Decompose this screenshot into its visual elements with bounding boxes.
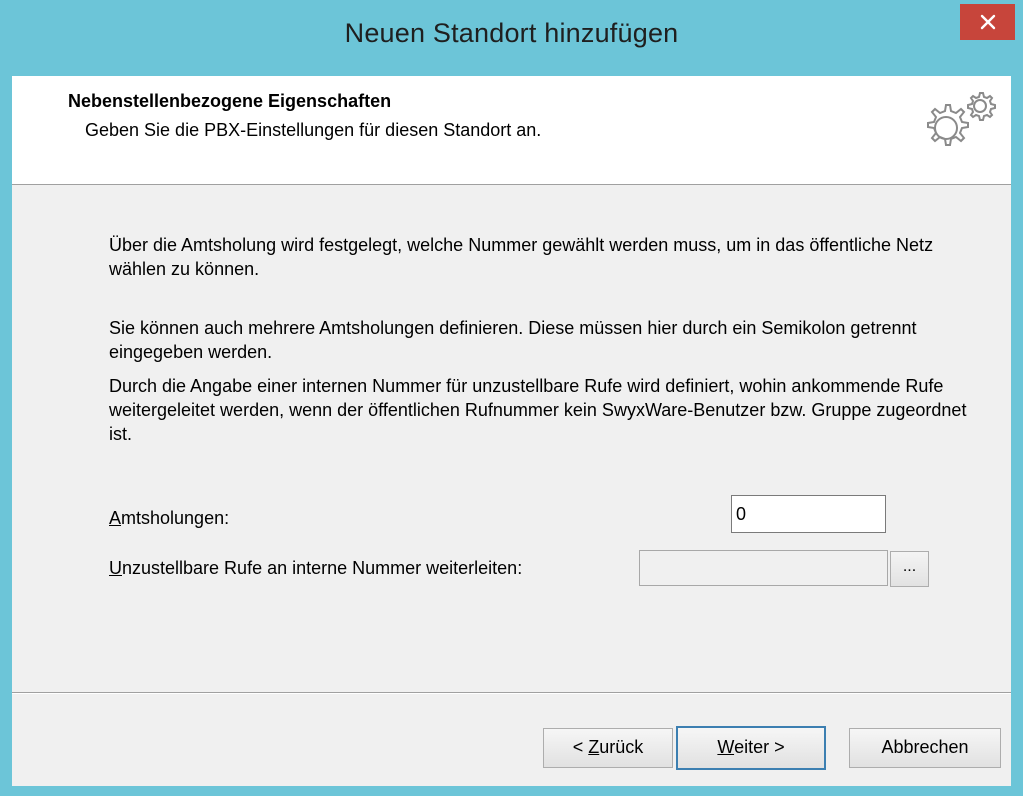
unzustellbar-label: Unzustellbare Rufe an interne Nummer wei… (109, 558, 522, 579)
unzustellbar-hotkey: U (109, 558, 122, 578)
wizard-header: Nebenstellenbezogene Eigenschaften Geben… (12, 76, 1011, 185)
header-subtitle: Geben Sie die PBX-Einstellungen für dies… (85, 120, 542, 140)
amtsholungen-label: Amtsholungen: (109, 508, 229, 529)
back-button-hotkey: Z (588, 737, 600, 757)
amtsholungen-label-text: mtsholungen: (121, 508, 230, 528)
title-bar[interactable]: Neuen Standort hinzufügen (0, 0, 1023, 76)
browse-button[interactable]: ... (890, 551, 929, 587)
description-mehrere: Sie können auch mehrere Amtsholungen def… (109, 318, 917, 362)
back-button[interactable]: < Zurück (543, 728, 673, 768)
description-amtsholung: Über die Amtsholung wird festgelegt, wel… (109, 235, 934, 279)
next-button[interactable]: Weiter > (676, 726, 826, 770)
back-button-prefix: < (572, 737, 589, 757)
back-button-text: urück (599, 737, 644, 757)
cancel-button[interactable]: Abbrechen (849, 728, 1001, 768)
description-unzustellbar: Durch die Angabe einer internen Nummer f… (109, 376, 967, 444)
dialog-body: Nebenstellenbezogene Eigenschaften Geben… (12, 76, 1011, 786)
dialog-window: Neuen Standort hinzufügen Nebenstellenbe… (0, 0, 1023, 796)
close-button[interactable] (960, 4, 1015, 40)
footer-divider (12, 692, 1011, 694)
next-button-hotkey: W (717, 737, 735, 757)
next-button-text: eiter > (734, 737, 785, 757)
close-icon (980, 14, 995, 30)
window-title: Neuen Standort hinzufügen (344, 18, 679, 48)
unzustellbar-label-text: nzustellbare Rufe an interne Nummer weit… (122, 558, 523, 578)
amtsholungen-input[interactable] (731, 495, 886, 533)
amtsholungen-hotkey: A (109, 508, 122, 528)
gears-icon (927, 92, 996, 146)
unzustellbar-input[interactable] (639, 550, 888, 586)
header-title: Nebenstellenbezogene Eigenschaften (68, 91, 392, 111)
